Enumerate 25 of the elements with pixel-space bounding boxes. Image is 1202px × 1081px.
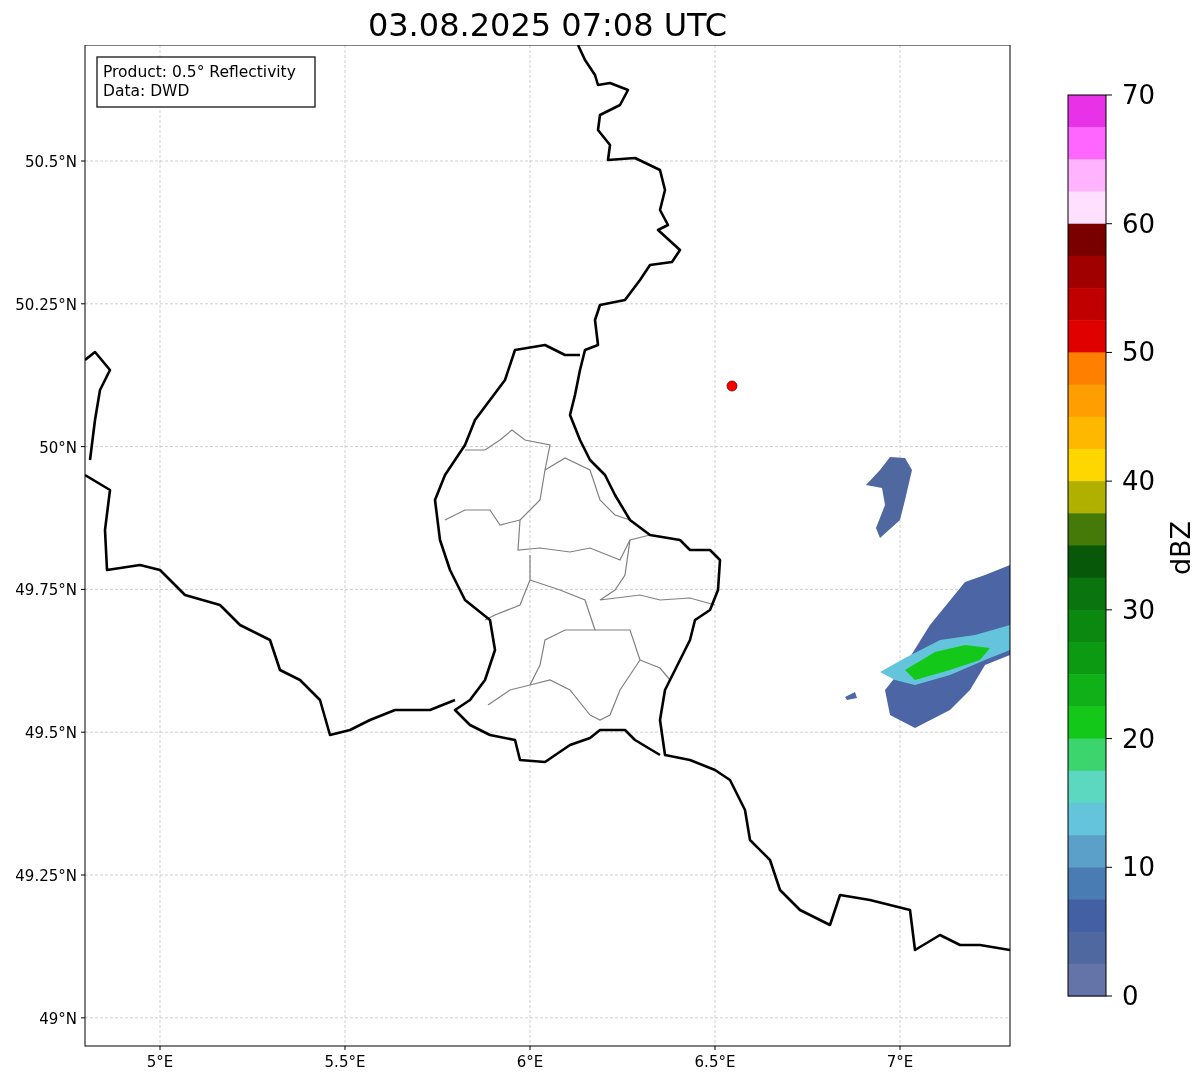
colorbar-tick-label: 50 [1122,337,1156,368]
axis-tick-label: 6.5°E [694,1053,736,1071]
colorbar-label: dBZ [1165,520,1196,576]
axis-tick-label: 49.5°N [24,724,77,743]
axis-tick-label: 5°E [146,1053,174,1071]
axis-tick-label: 50.25°N [15,295,77,314]
info-text: Data: DWD [103,82,190,100]
colorbar-tick-label: 0 [1122,981,1139,1011]
chart-title: 03.08.2025 07:08 UTC [367,5,728,45]
colorbar-tick-label: 20 [1122,723,1156,754]
axis-tick-label: 7°E [886,1053,914,1071]
axis-tick-label: 49.25°N [15,867,77,885]
location-marker [726,380,738,392]
colorbar-tick-label: 40 [1122,466,1156,497]
info-text: Product: 0.5° Reflectivity [103,63,296,81]
colorbar-tick-label: 70 [1122,80,1156,110]
axis-tick-label: 6°E [516,1053,544,1071]
axis-tick-label: 50°N [39,438,77,457]
colorbar-tick-label: 10 [1122,852,1156,883]
axis-tick-label: 5.5°E [324,1053,366,1071]
axis-tick-label: 50.5°N [24,153,77,171]
axis-tick-label: 49.75°N [15,581,77,600]
colorbar-tick-label: 60 [1122,208,1156,239]
colorbar-tick-label: 30 [1122,594,1156,625]
axis-tick-label: 49°N [39,1009,77,1028]
